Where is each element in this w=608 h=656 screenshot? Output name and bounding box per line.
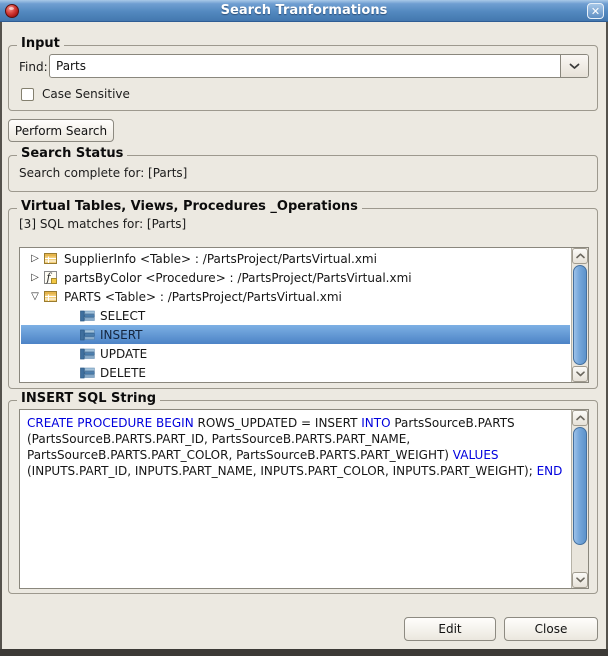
table-icon [43, 252, 59, 265]
matches-count-text: [3] SQL matches for: [Parts] [19, 217, 186, 231]
find-combobox[interactable] [49, 54, 589, 78]
tree-item[interactable]: DELETE [21, 363, 570, 381]
input-group: Input Find: Case Sensitive [8, 45, 598, 111]
table-icon [43, 290, 59, 303]
search-transformations-dialog: Search Tranformations ✕ Input Find: Case… [0, 0, 608, 656]
chevron-down-icon [576, 577, 585, 583]
tree-item[interactable]: UPDATE [21, 344, 570, 363]
tree-item[interactable]: ▷ SupplierInfo <Table> : /PartsProject/Pa… [21, 249, 570, 268]
scrollbar-down-button[interactable] [572, 572, 588, 588]
operation-icon [79, 310, 95, 322]
tree-item[interactable]: INSERT [21, 325, 570, 344]
sql-group-legend: INSERT SQL String [17, 391, 160, 406]
tree-item-label: UPDATE [100, 347, 147, 361]
search-status-message: Search complete for: [Parts] [19, 166, 187, 180]
tree-item[interactable]: ▷f partsByColor <Procedure> : /PartsProje… [21, 268, 570, 287]
scrollbar-up-button[interactable] [572, 248, 588, 264]
tree-item-label: PARTS <Table> : /PartsProject/PartsVirtu… [64, 290, 342, 304]
expander-collapsed-icon[interactable]: ▷ [27, 272, 43, 283]
tree-item-label: SupplierInfo <Table> : /PartsProject/Par… [64, 252, 377, 266]
find-label: Find: [19, 60, 48, 74]
results-group: Virtual Tables, Views, Procedures _Opera… [8, 208, 598, 389]
close-icon[interactable]: ✕ [587, 3, 604, 19]
tree-item[interactable]: SELECT [21, 306, 570, 325]
procedure-icon: f [43, 271, 59, 284]
scrollbar-up-button[interactable] [572, 410, 588, 426]
case-sensitive-label: Case Sensitive [42, 87, 130, 101]
results-group-legend: Virtual Tables, Views, Procedures _Opera… [17, 199, 362, 214]
window-title: Search Tranformations [0, 3, 608, 18]
tree-scrollbar[interactable] [571, 248, 588, 382]
results-tree[interactable]: ▷ SupplierInfo <Table> : /PartsProject/Pa… [19, 247, 589, 383]
tree-rows: ▷ SupplierInfo <Table> : /PartsProject/Pa… [21, 249, 570, 381]
search-status-group: Search Status Search complete for: [Part… [8, 155, 598, 192]
titlebar: Search Tranformations ✕ [0, 0, 608, 22]
chevron-up-icon [576, 415, 585, 421]
tree-item-label: partsByColor <Procedure> : /PartsProject… [64, 271, 412, 285]
tree-item-label: SELECT [100, 309, 145, 323]
sql-string-group: INSERT SQL String CREATE PROCEDURE BEGIN… [8, 400, 598, 594]
expander-collapsed-icon[interactable]: ▷ [27, 253, 43, 264]
scrollbar-thumb[interactable] [573, 265, 587, 365]
window-border-left [0, 22, 2, 656]
operation-icon [79, 329, 95, 341]
tree-item-label: DELETE [100, 366, 146, 380]
combo-dropdown-button[interactable] [560, 55, 588, 77]
chevron-up-icon [576, 253, 585, 259]
scrollbar-down-button[interactable] [572, 366, 588, 382]
tree-item[interactable]: ▽ PARTS <Table> : /PartsProject/PartsVirt… [21, 287, 570, 306]
chevron-down-icon [576, 371, 585, 377]
case-sensitive-checkbox[interactable] [21, 88, 34, 101]
find-input[interactable] [50, 55, 558, 77]
operation-icon [79, 367, 95, 379]
search-status-legend: Search Status [17, 146, 127, 161]
sql-text: CREATE PROCEDURE BEGIN ROWS_UPDATED = IN… [21, 411, 570, 587]
perform-search-button[interactable]: Perform Search [8, 119, 114, 142]
scrollbar-thumb[interactable] [573, 427, 587, 545]
window-border-bottom [0, 649, 608, 656]
input-group-legend: Input [17, 36, 64, 51]
edit-button[interactable]: Edit [404, 617, 496, 641]
close-button[interactable]: Close [504, 617, 598, 641]
tree-item-label: INSERT [100, 328, 143, 342]
sql-textarea[interactable]: CREATE PROCEDURE BEGIN ROWS_UPDATED = IN… [19, 409, 589, 589]
expander-expanded-icon[interactable]: ▽ [27, 291, 43, 302]
operation-icon [79, 348, 95, 360]
chevron-down-icon [569, 63, 580, 70]
sql-scrollbar[interactable] [571, 410, 588, 588]
